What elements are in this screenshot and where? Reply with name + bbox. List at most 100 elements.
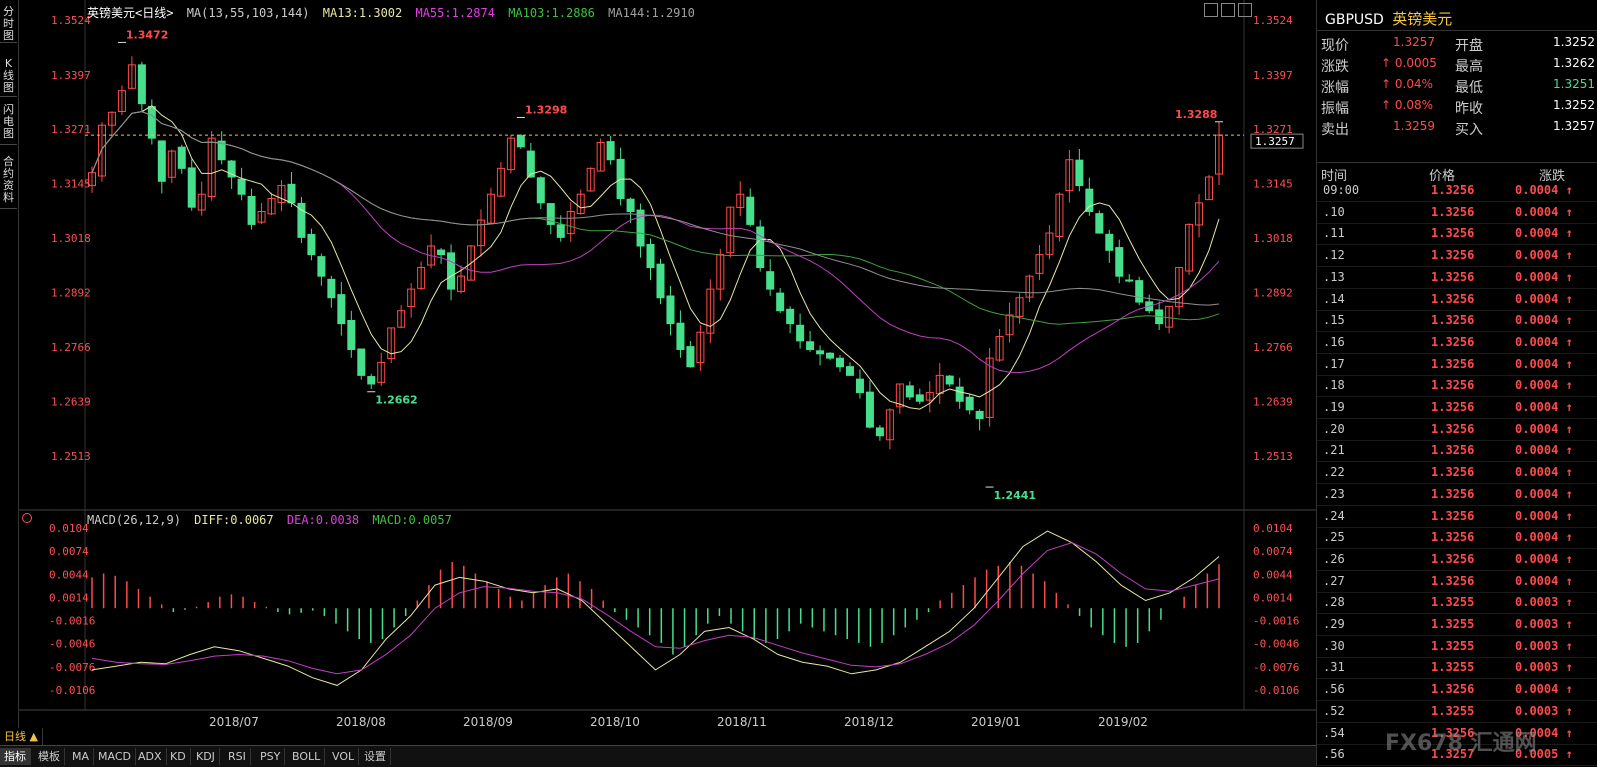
tick-price: 1.3256 bbox=[1431, 313, 1475, 328]
bottom-tab[interactable]: 模板 bbox=[34, 748, 65, 765]
bottom-tab[interactable]: MA bbox=[68, 748, 95, 765]
tick-time: .52 bbox=[1323, 703, 1345, 718]
quote-label: 开盘 bbox=[1455, 38, 1483, 54]
tick-row: 09:00 1.3256 0.0004 ↑ bbox=[1317, 180, 1597, 202]
period-label: <日线> bbox=[135, 6, 174, 20]
candle-body bbox=[347, 319, 356, 350]
bottom-tab[interactable]: 设置 bbox=[360, 748, 391, 765]
candle-body bbox=[187, 167, 196, 208]
candle-body bbox=[636, 209, 645, 247]
tick-change: 0.0004 ↑ bbox=[1515, 334, 1573, 349]
bottom-tab[interactable]: ADX bbox=[134, 748, 167, 765]
price-axis-label-left: 1.2766 bbox=[51, 341, 91, 354]
tick-price: 1.3256 bbox=[1431, 573, 1475, 588]
macd-axis-label-right: 0.0074 bbox=[1253, 545, 1293, 558]
price-axis-label-left: 1.3397 bbox=[51, 69, 91, 82]
tick-row: .19 1.3256 0.0004 ↑ bbox=[1317, 397, 1597, 419]
candle-body bbox=[776, 292, 785, 312]
bottom-tab[interactable]: MACD bbox=[94, 748, 136, 765]
candle-body bbox=[845, 366, 854, 376]
candle-body bbox=[437, 249, 446, 256]
candle-body bbox=[666, 295, 675, 325]
quote-row: 振幅 ↑ 0.08% 昨收 1.3252 bbox=[1317, 95, 1597, 117]
tick-row: .30 1.3255 0.0003 ↑ bbox=[1317, 636, 1597, 658]
bottom-tab[interactable]: PSY bbox=[256, 748, 286, 765]
tick-row: .13 1.3256 0.0004 ↑ bbox=[1317, 267, 1597, 289]
chart-area[interactable]: 1.3524 1.3524 1.3397 1.3397 1.3271 1.3271 1.31… bbox=[19, 0, 1316, 745]
tab-flash[interactable]: 闪电图 bbox=[0, 104, 17, 145]
tick-price: 1.3256 bbox=[1431, 486, 1475, 501]
macd-axis-label-left: -0.0046 bbox=[49, 638, 95, 651]
macd-legend: MACD(26,12,9) DIFF:0.0067 DEA:0.0038 MAC… bbox=[87, 513, 458, 527]
date-axis-label: 2018/07 bbox=[209, 715, 259, 729]
restore-icon[interactable] bbox=[1221, 3, 1235, 17]
quote-label: 涨跌 bbox=[1321, 59, 1349, 75]
tick-row: .10 1.3256 0.0004 ↑ bbox=[1317, 202, 1597, 224]
candle-body bbox=[1135, 280, 1144, 303]
chart-canvas: 1.3524 1.35241.3397 1.33971.3271 1.32711.31… bbox=[19, 0, 1316, 729]
tick-row: .56 1.3256 0.0004 ↑ bbox=[1317, 679, 1597, 702]
candle-body bbox=[766, 271, 775, 290]
macd-axis-label-left: 0.0014 bbox=[49, 591, 89, 604]
tick-row: .16 1.3256 0.0004 ↑ bbox=[1317, 332, 1597, 354]
tick-change: 0.0004 ↑ bbox=[1515, 269, 1573, 284]
tab-contract-info[interactable]: 合约资料 bbox=[0, 156, 17, 209]
bottom-tab[interactable]: BOLL bbox=[288, 748, 326, 765]
tick-price: 1.3256 bbox=[1431, 400, 1475, 414]
candle-body bbox=[337, 294, 346, 325]
tick-row: .26 1.3256 0.0004 ↑ bbox=[1317, 549, 1597, 571]
candle-body bbox=[865, 391, 874, 428]
ticks-list[interactable]: 09:00 1.3256 0.0004 ↑ .10 1.3256 0.0004 ↑ .11 1… bbox=[1317, 180, 1597, 766]
quote-value: 1.3262 bbox=[1553, 56, 1595, 70]
ma103-value: MA103:1.2886 bbox=[508, 6, 595, 20]
candle-body bbox=[1115, 247, 1124, 277]
tick-change: 0.0004 ↑ bbox=[1515, 183, 1573, 197]
tick-time: .27 bbox=[1323, 573, 1345, 588]
tick-row: .28 1.3255 0.0003 ↑ bbox=[1317, 592, 1597, 615]
dea-line bbox=[91, 542, 1220, 675]
bottom-tab[interactable]: RSI bbox=[224, 748, 251, 765]
tick-row: .14 1.3256 0.0004 ↑ bbox=[1317, 289, 1597, 311]
symbol-name: 英镑美元 bbox=[87, 6, 136, 20]
tick-time: .25 bbox=[1323, 530, 1345, 545]
bottom-tab[interactable]: KDJ bbox=[192, 748, 220, 765]
quote-label: 最低 bbox=[1455, 80, 1483, 96]
candle-body bbox=[357, 348, 366, 376]
tick-change: 0.0004 ↑ bbox=[1515, 682, 1573, 697]
chart-mode-icon[interactable] bbox=[1204, 3, 1218, 17]
tick-time: .15 bbox=[1323, 313, 1345, 328]
tick-time: .21 bbox=[1323, 443, 1345, 458]
bottom-tab[interactable]: 日线 ▲ bbox=[0, 728, 43, 745]
macd-axis-label-right: -0.0046 bbox=[1253, 638, 1299, 651]
tick-time: .31 bbox=[1323, 660, 1345, 675]
tab-timeshare[interactable]: 分时图 bbox=[0, 6, 17, 43]
extreme-label: 1.3298 bbox=[525, 103, 567, 116]
candle-body bbox=[177, 146, 186, 169]
macd-axis-label-right: -0.0106 bbox=[1253, 684, 1299, 697]
candle-body bbox=[646, 243, 655, 269]
date-axis-label: 2018/09 bbox=[463, 715, 513, 729]
tick-price: 1.3256 bbox=[1431, 508, 1475, 523]
indicator-settings-icon[interactable] bbox=[22, 513, 32, 523]
bottom-tab[interactable]: VOL bbox=[328, 748, 360, 765]
candle-body bbox=[915, 394, 924, 402]
tick-time: .28 bbox=[1323, 595, 1345, 610]
maximize-icon[interactable] bbox=[1238, 3, 1252, 17]
tick-row: .25 1.3256 0.0004 ↑ bbox=[1317, 527, 1597, 550]
candle-body bbox=[317, 256, 326, 277]
left-view-tabs: 分时图 K线图 闪电图 合约资料 bbox=[0, 0, 19, 745]
candle-body bbox=[536, 177, 545, 204]
tick-time: .18 bbox=[1323, 378, 1345, 393]
bottom-tab[interactable]: 指标 bbox=[0, 748, 31, 765]
tab-kline[interactable]: K线图 bbox=[0, 58, 17, 97]
candle-body bbox=[875, 427, 884, 437]
tick-change: 0.0003 ↑ bbox=[1515, 617, 1573, 631]
tick-price: 1.3256 bbox=[1431, 530, 1475, 545]
tick-change: 0.0004 ↑ bbox=[1515, 400, 1573, 414]
tick-time: .16 bbox=[1323, 334, 1345, 349]
quote-value: 1.3259 bbox=[1393, 119, 1435, 133]
tick-price: 1.3256 bbox=[1431, 682, 1475, 697]
bottom-tab[interactable]: KD bbox=[166, 748, 191, 765]
tick-time: .29 bbox=[1323, 617, 1345, 631]
macd-axis-label-left: 0.0104 bbox=[49, 522, 89, 535]
